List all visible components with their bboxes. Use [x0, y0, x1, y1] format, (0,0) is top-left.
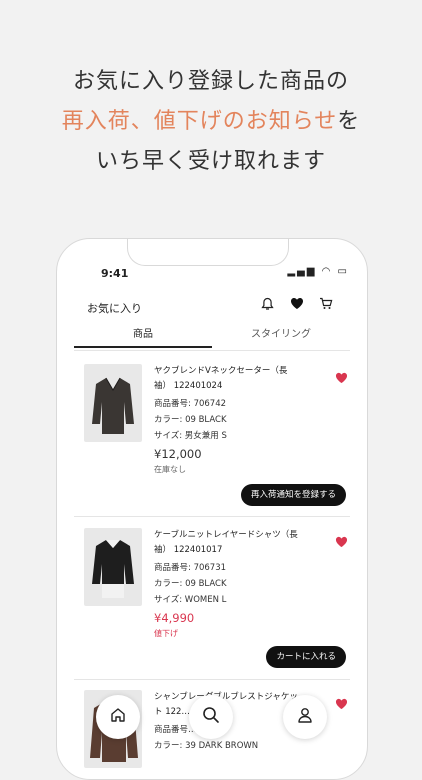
user-icon: [296, 706, 314, 728]
wifi-icon: ◠: [321, 266, 333, 277]
promo-line-3: いち早く受け取れます: [95, 149, 326, 174]
signal-icon: ▂▄▆: [287, 266, 317, 277]
product-size: サイズ: WOMEN L: [154, 595, 227, 605]
home-button[interactable]: [96, 695, 140, 739]
tab-bar: 商品 スタイリング: [74, 324, 350, 351]
bell-icon[interactable]: [261, 297, 274, 315]
favorite-heart-icon[interactable]: [335, 536, 348, 552]
phone-notch: [127, 239, 289, 266]
promo-line-2: 再入荷、値下げのお知らせを: [0, 102, 422, 142]
product-price: ¥12,000: [154, 447, 202, 461]
cart-icon[interactable]: [319, 297, 333, 314]
page-title: お気に入り: [87, 302, 142, 315]
restock-notify-button[interactable]: 再入荷通知を登録する: [240, 484, 346, 506]
product-price: ¥4,990: [154, 611, 195, 625]
heart-icon[interactable]: [290, 297, 304, 314]
home-icon: [109, 706, 127, 728]
battery-icon: ▭: [337, 266, 349, 277]
promo-line-2-tail: を: [337, 109, 361, 134]
product-info: ヤクブレンドVネックセーター（長袖） 122401024 商品番号: 70674…: [154, 364, 304, 477]
product-name[interactable]: ヤクブレンドVネックセーター（長袖） 122401024: [154, 364, 304, 394]
search-button[interactable]: [189, 695, 233, 739]
product-name[interactable]: ケーブルニットレイヤードシャツ（長袖） 122401017: [154, 528, 304, 558]
favorite-heart-icon[interactable]: [335, 372, 348, 388]
favorite-heart-icon[interactable]: [335, 698, 348, 714]
add-to-cart-button[interactable]: カートに入れる: [266, 646, 346, 668]
status-time: 9:41: [101, 267, 129, 280]
product-image[interactable]: [84, 364, 142, 442]
price-drop-label: 値下げ: [154, 629, 178, 638]
product-color: カラー: 09 BLACK: [154, 579, 227, 589]
product-number: 商品番号: 706742: [154, 399, 227, 409]
product-info: ケーブルニットレイヤードシャツ（長袖） 122401017 商品番号: 7067…: [154, 528, 304, 641]
product-size: サイズ: 男女兼用 S: [154, 431, 227, 441]
status-icons: ▂▄▆ ◠ ▭: [287, 266, 349, 277]
product-image[interactable]: [84, 528, 142, 606]
tab-products[interactable]: 商品: [74, 324, 212, 348]
item-divider: [74, 516, 350, 517]
promo-accent-text: 再入荷、値下げのお知らせ: [61, 109, 338, 134]
product-color: カラー: 39 DARK BROWN: [154, 741, 259, 751]
search-icon: [201, 705, 221, 729]
stock-status: 在庫なし: [154, 465, 186, 474]
product-number: 商品番号: 706731: [154, 563, 227, 573]
tab-styling[interactable]: スタイリング: [212, 324, 350, 346]
item-divider: [74, 679, 350, 680]
product-color: カラー: 09 BLACK: [154, 415, 227, 425]
promo-headline: お気に入り登録した商品の 再入荷、値下げのお知らせを いち早く受け取れます: [0, 62, 422, 182]
promo-line-1: お気に入り登録した商品の: [72, 69, 349, 94]
account-button[interactable]: [283, 695, 327, 739]
